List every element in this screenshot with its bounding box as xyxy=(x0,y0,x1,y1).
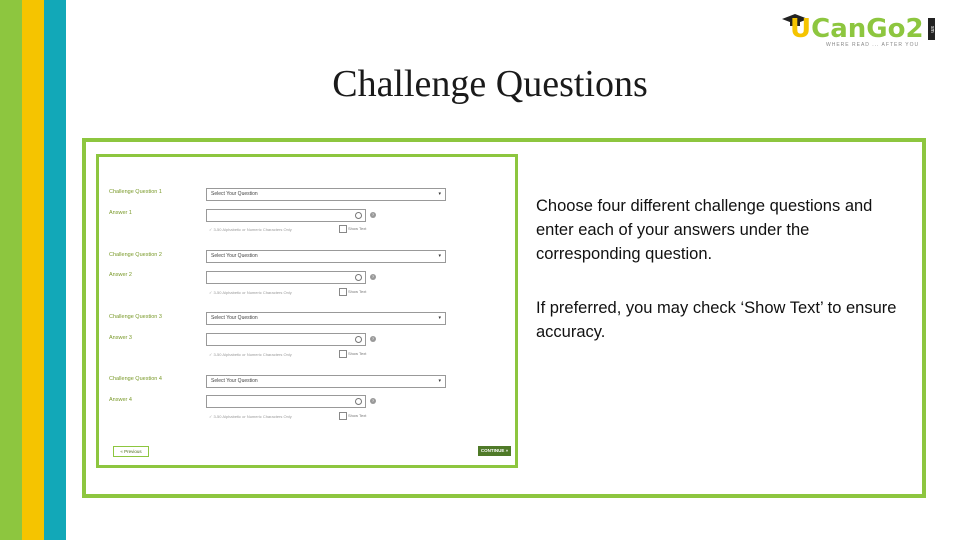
chevron-down-icon: ▾ xyxy=(438,253,441,259)
ucango2-logo: UCanGo2 WHERE READ ... AFTER YOU sm xyxy=(780,12,940,52)
slide-title: Challenge Questions xyxy=(332,63,648,105)
answer-hint: ✓ 3-50 Alphabetic or Numeric Characters … xyxy=(209,227,292,232)
show-text-checkbox[interactable]: Show Text xyxy=(339,412,366,420)
question-label: Challenge Question 2 xyxy=(109,252,162,258)
chevron-down-icon: ▾ xyxy=(438,191,441,197)
question-select-value: Select Your Question xyxy=(211,253,258,259)
eye-icon[interactable] xyxy=(355,212,362,219)
eye-icon[interactable] xyxy=(355,398,362,405)
continue-button[interactable]: CONTINUE » xyxy=(478,446,511,456)
instruction-paragraph-2: If preferred, you may check ‘Show Text’ … xyxy=(536,299,897,341)
challenge-questions-form: Challenge Question 1 Select Your Questio… xyxy=(96,154,518,468)
show-text-label: Show Text xyxy=(348,289,367,295)
logo-tagline: WHERE READ ... AFTER YOU xyxy=(826,42,920,48)
question-select-value: Select Your Question xyxy=(211,191,258,197)
question-select[interactable]: Select Your Question ▾ xyxy=(206,312,446,325)
answer-label: Answer 2 xyxy=(109,272,132,278)
answer-label: Answer 3 xyxy=(109,335,132,341)
logo-side-tab: sm xyxy=(928,18,935,40)
answer-input[interactable] xyxy=(206,209,366,222)
answer-hint: ✓ 3-50 Alphabetic or Numeric Characters … xyxy=(209,352,292,357)
help-icon[interactable]: ? xyxy=(370,274,376,280)
question-label: Challenge Question 3 xyxy=(109,314,162,320)
question-label: Challenge Question 4 xyxy=(109,376,162,382)
question-label: Challenge Question 1 xyxy=(109,189,162,195)
instruction-paragraph-1: Choose four different challenge question… xyxy=(536,197,873,263)
answer-label: Answer 1 xyxy=(109,210,132,216)
chevron-down-icon: ▾ xyxy=(438,378,441,384)
eye-icon[interactable] xyxy=(355,336,362,343)
eye-icon[interactable] xyxy=(355,274,362,281)
show-text-checkbox[interactable]: Show Text xyxy=(339,288,366,296)
question-select[interactable]: Select Your Question ▾ xyxy=(206,188,446,201)
logo-wordmark: UCanGo2 xyxy=(790,14,924,44)
question-select-value: Select Your Question xyxy=(211,378,258,384)
answer-input[interactable] xyxy=(206,271,366,284)
show-text-label: Show Text xyxy=(348,351,367,357)
answer-hint: ✓ 3-50 Alphabetic or Numeric Characters … xyxy=(209,414,292,419)
question-select[interactable]: Select Your Question ▾ xyxy=(206,375,446,388)
show-text-label: Show Text xyxy=(348,226,367,232)
help-icon[interactable]: ? xyxy=(370,212,376,218)
show-text-checkbox[interactable]: Show Text xyxy=(339,225,366,233)
show-text-checkbox[interactable]: Show Text xyxy=(339,350,366,358)
chevron-down-icon: ▾ xyxy=(438,315,441,321)
answer-input[interactable] xyxy=(206,333,366,346)
help-icon[interactable]: ? xyxy=(370,398,376,404)
answer-input[interactable] xyxy=(206,395,366,408)
checkbox-icon[interactable] xyxy=(339,350,347,358)
show-text-label: Show Text xyxy=(348,413,367,419)
help-icon[interactable]: ? xyxy=(370,336,376,342)
question-select[interactable]: Select Your Question ▾ xyxy=(206,250,446,263)
checkbox-icon[interactable] xyxy=(339,288,347,296)
previous-button[interactable]: « Previous xyxy=(113,446,149,457)
checkbox-icon[interactable] xyxy=(339,412,347,420)
answer-label: Answer 4 xyxy=(109,397,132,403)
checkbox-icon[interactable] xyxy=(339,225,347,233)
answer-hint: ✓ 3-50 Alphabetic or Numeric Characters … xyxy=(209,290,292,295)
question-select-value: Select Your Question xyxy=(211,315,258,321)
